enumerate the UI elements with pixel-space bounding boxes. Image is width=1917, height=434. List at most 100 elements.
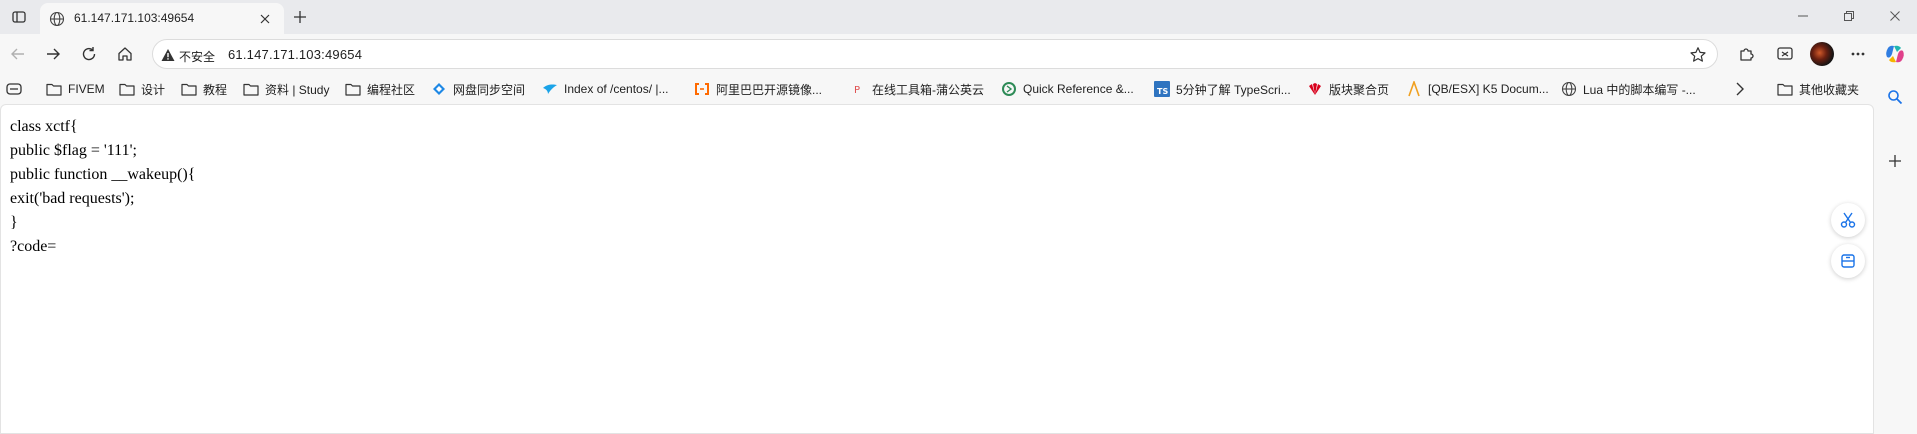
- tab-strip: 61.147.171.103:49654: [0, 0, 1917, 34]
- extensions-button[interactable]: [1733, 41, 1759, 67]
- collections-icon: [1841, 254, 1855, 268]
- bookmark-item[interactable]: 资料 | Study: [243, 79, 329, 99]
- svg-text:TS: TS: [1157, 87, 1168, 96]
- plus-icon: [1889, 155, 1901, 167]
- tab-close-button[interactable]: [255, 9, 275, 29]
- bird-icon: [542, 81, 558, 97]
- minimize-icon: [1798, 15, 1808, 17]
- folder-icon: [181, 81, 197, 97]
- folder-icon: [1777, 81, 1793, 97]
- add-sidebar-app-button[interactable]: [1883, 149, 1907, 173]
- bookmark-label: 资料 | Study: [265, 82, 330, 97]
- bookmark-item[interactable]: 设计: [119, 79, 165, 99]
- search-icon: [1888, 90, 1903, 105]
- home-icon: [118, 47, 132, 61]
- address-bar[interactable]: 不安全 61.147.171.103:49654: [152, 39, 1718, 69]
- navigation-bar: 不安全 61.147.171.103:49654: [0, 34, 1917, 74]
- active-tab[interactable]: 61.147.171.103:49654: [40, 3, 284, 34]
- browser-window: 61.147.171.103:49654 不安全 61.147.171.103:…: [0, 0, 1917, 434]
- restore-icon: [1844, 11, 1854, 21]
- bookmark-label: [QB/ESX] K5 Docum...: [1428, 82, 1549, 96]
- bookmark-label: Lua 中的脚本编写 -...: [1583, 82, 1696, 97]
- puzzle-icon: [1740, 48, 1754, 61]
- bookmark-item[interactable]: 编程社区: [345, 79, 415, 99]
- refresh-button[interactable]: [76, 41, 102, 67]
- code-line: class xctf{: [10, 118, 78, 135]
- folder-icon: [46, 81, 62, 97]
- tab-actions-icon: [12, 11, 26, 23]
- close-icon: [1890, 11, 1900, 21]
- bookmark-item[interactable]: TS 5分钟了解 TypeScri...: [1154, 79, 1291, 99]
- security-label[interactable]: 不安全: [179, 48, 215, 65]
- profile-avatar[interactable]: [1810, 42, 1834, 66]
- tab-actions-button[interactable]: [8, 6, 30, 28]
- restore-button[interactable]: [1826, 0, 1872, 32]
- cloud-sync-icon: [431, 81, 447, 97]
- new-tab-button[interactable]: [288, 5, 312, 29]
- collections-button[interactable]: [1831, 244, 1865, 278]
- code-line: }: [10, 214, 18, 231]
- search-button[interactable]: [1883, 85, 1907, 109]
- bookmark-item[interactable]: P 在线工具箱-蒲公英云: [850, 79, 984, 99]
- bookmark-label: 在线工具箱-蒲公英云: [872, 82, 984, 97]
- more-horizontal-icon: [1851, 52, 1865, 56]
- code-line: exit('bad requests');: [10, 190, 135, 207]
- code-line: public function __wakeup(){: [10, 166, 196, 183]
- minimize-button[interactable]: [1780, 0, 1826, 32]
- arrow-right-icon: [47, 48, 60, 60]
- huawei-icon: [1307, 81, 1323, 97]
- folder-icon: [119, 81, 135, 97]
- other-bookmarks-label: 其他收藏夹: [1799, 82, 1860, 97]
- bookmark-label: Index of /centos/ |...: [564, 82, 669, 96]
- bookmark-label: 编程社区: [367, 82, 416, 97]
- refresh-icon: [82, 47, 96, 61]
- bookmark-item[interactable]: [QB/ESX] K5 Docum...: [1406, 79, 1549, 99]
- back-button[interactable]: [5, 41, 31, 67]
- bookmark-item[interactable]: 教程: [181, 79, 227, 99]
- close-window-button[interactable]: [1872, 0, 1917, 32]
- screenshot-icon: [1777, 47, 1793, 60]
- page-content: class xctf{ public $flag = '111'; public…: [0, 104, 1874, 434]
- bookmark-item[interactable]: 阿里巴巴开源镜像...: [694, 79, 822, 99]
- globe-icon: [1561, 81, 1577, 97]
- bookmark-label: Quick Reference &...: [1023, 82, 1134, 96]
- bookmark-label: 网盘同步空间: [453, 82, 526, 97]
- home-button[interactable]: [112, 41, 138, 67]
- bookmark-item[interactable]: 网盘同步空间: [431, 79, 525, 99]
- tab-title: 61.147.171.103:49654: [74, 11, 195, 25]
- folder-icon: [345, 81, 361, 97]
- scissors-button[interactable]: [1831, 203, 1865, 237]
- globe-icon: [49, 11, 65, 27]
- reading-list-button[interactable]: [6, 79, 28, 99]
- bookmarks-overflow-button[interactable]: [1732, 79, 1754, 99]
- chevron-right-icon: [1732, 81, 1748, 97]
- forward-button[interactable]: [40, 41, 66, 67]
- bookmark-item[interactable]: FIVEM: [46, 79, 105, 99]
- bookmark-item[interactable]: 版块聚合页: [1307, 79, 1389, 99]
- bookmark-item[interactable]: Quick Reference &...: [1001, 79, 1134, 99]
- screenshot-button[interactable]: [1772, 41, 1798, 67]
- bookmark-label: 教程: [203, 82, 228, 97]
- code-line: ?code=: [10, 238, 57, 255]
- sidebar: [1874, 34, 1917, 434]
- other-bookmarks-folder[interactable]: 其他收藏夹: [1777, 79, 1859, 99]
- dandelion-icon: P: [850, 81, 866, 97]
- copilot-button[interactable]: [1883, 42, 1907, 66]
- star-icon[interactable]: [1689, 46, 1707, 64]
- bookmark-label: 版块聚合页: [1329, 82, 1390, 97]
- code-line: public $flag = '111';: [10, 142, 137, 159]
- bookmark-label: 阿里巴巴开源镜像...: [716, 82, 823, 97]
- reading-icon: [6, 81, 22, 97]
- url-text[interactable]: 61.147.171.103:49654: [228, 47, 362, 62]
- page-source-text: class xctf{ public $flag = '111'; public…: [10, 115, 195, 259]
- settings-menu-button[interactable]: [1845, 41, 1871, 67]
- bookmark-item[interactable]: Lua 中的脚本编写 -...: [1561, 79, 1696, 99]
- svg-text:P: P: [854, 85, 860, 96]
- plus-icon: [294, 11, 306, 23]
- bookmark-label: 5分钟了解 TypeScri...: [1176, 82, 1291, 97]
- bookmarks-bar: FIVEM 设计 教程 资料 | Study 编程社区 网盘同步空间 Index…: [0, 74, 1917, 104]
- arrow-left-icon: [11, 48, 24, 60]
- k5-icon: [1406, 81, 1422, 97]
- bookmark-item[interactable]: Index of /centos/ |...: [542, 79, 669, 99]
- warning-icon: [161, 49, 175, 61]
